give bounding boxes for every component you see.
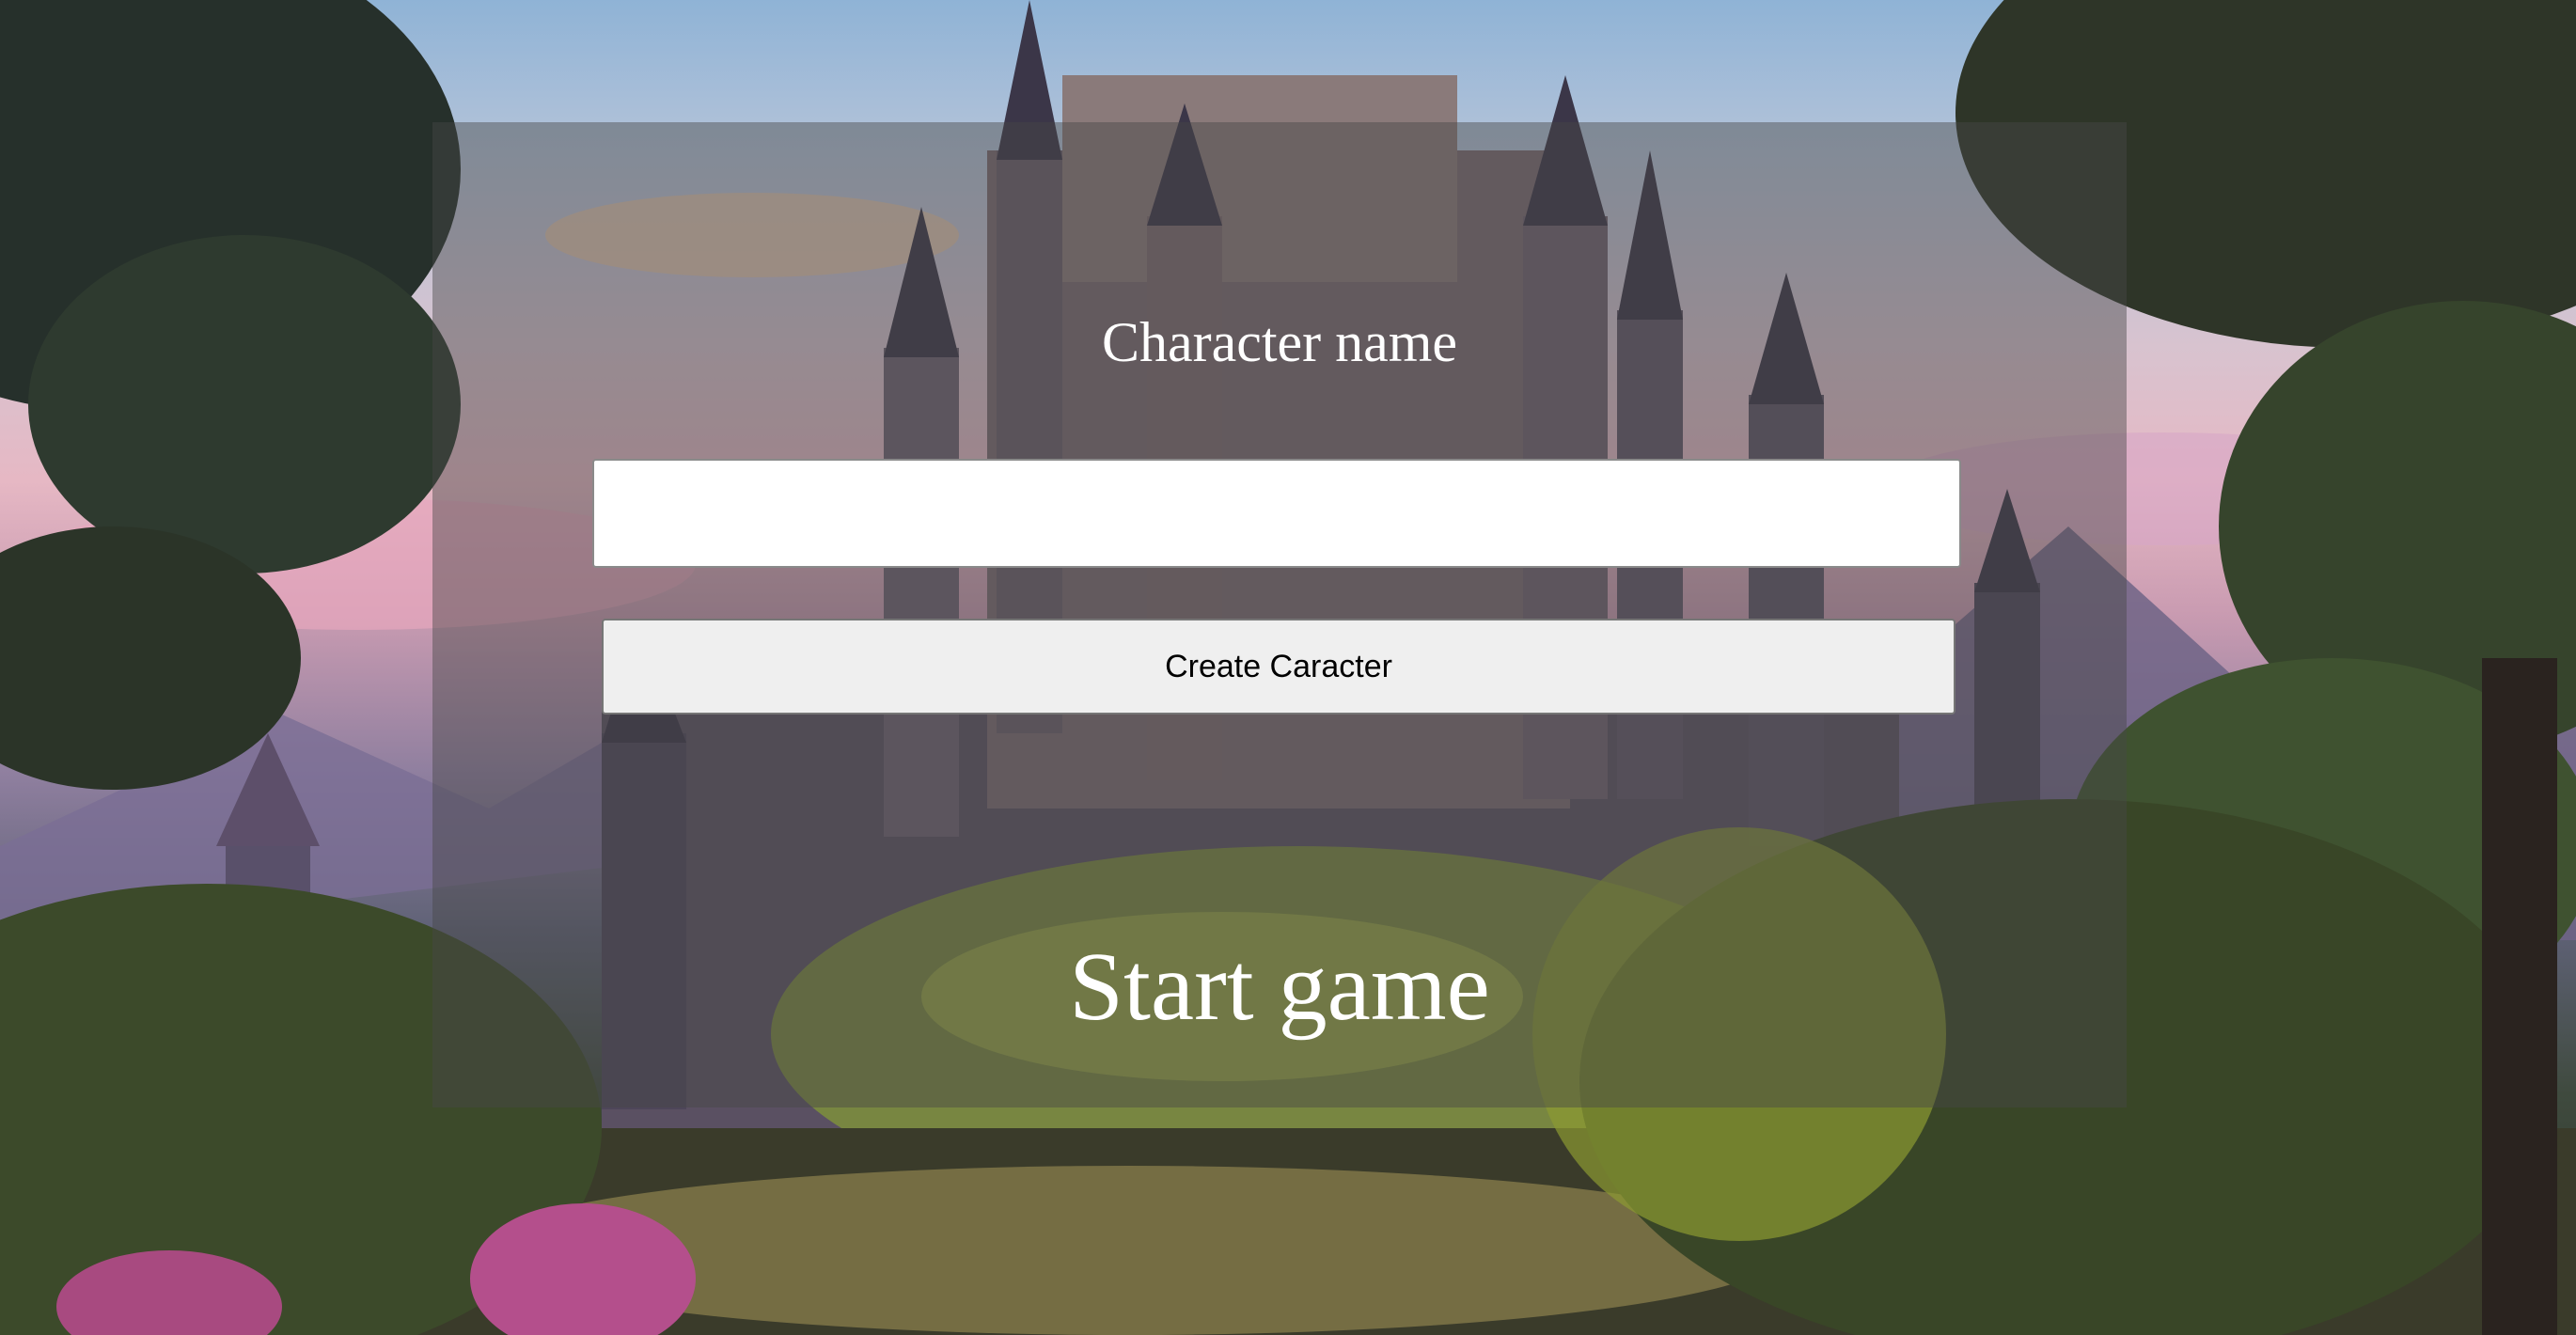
character-name-input[interactable] <box>592 459 1961 568</box>
start-game-link[interactable]: Start game <box>1069 931 1490 1044</box>
start-game-link-row: Start game <box>432 931 2127 1044</box>
character-panel: Character name Create Caracter Start gam… <box>432 122 2127 1107</box>
create-character-button[interactable]: Create Caracter <box>602 619 1956 715</box>
page-title: Character name <box>1101 311 1458 373</box>
